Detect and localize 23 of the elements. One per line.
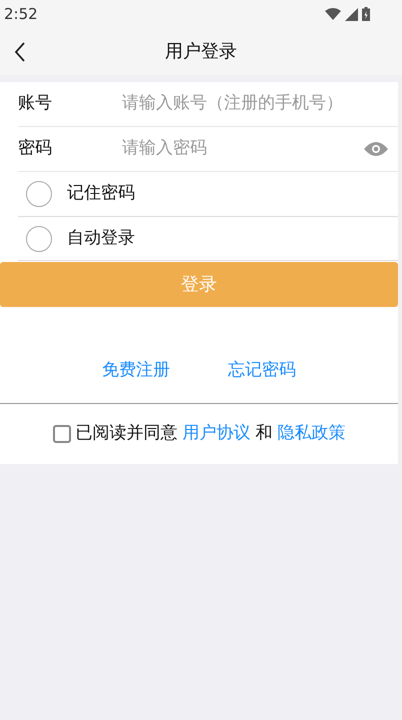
- privacy-policy-link[interactable]: 隐私政策: [278, 421, 346, 447]
- text-link[interactable]: 忘记密码: [228, 358, 296, 383]
- agreement-joiner: 和: [256, 422, 272, 446]
- page-title: 用户登录: [165, 40, 237, 64]
- status-time: 2:52: [4, 4, 38, 25]
- agreement-checkbox[interactable]: [52, 425, 70, 444]
- radio-button[interactable]: [26, 226, 52, 252]
- signal-icon: [345, 8, 358, 20]
- option-label: 记住密码: [67, 182, 135, 205]
- back-icon: [14, 42, 26, 62]
- option-label: 自动登录: [67, 226, 135, 250]
- text-link[interactable]: 免费注册: [102, 358, 170, 383]
- wifi-icon: [325, 8, 341, 20]
- field-label: 密码: [18, 137, 53, 160]
- field-label: 账号: [18, 92, 53, 116]
- eye-icon[interactable]: [364, 140, 388, 157]
- login-button[interactable]: 登录: [0, 262, 398, 308]
- battery-icon: [362, 7, 370, 21]
- user-agreement-link[interactable]: 用户协议: [182, 421, 250, 447]
- input-field[interactable]: 请输入账号（注册的手机号）: [122, 91, 388, 117]
- agreement-text: 已阅读并同意: [76, 422, 178, 446]
- input-field[interactable]: 请输入密码: [122, 136, 360, 162]
- radio-button[interactable]: [26, 180, 52, 207]
